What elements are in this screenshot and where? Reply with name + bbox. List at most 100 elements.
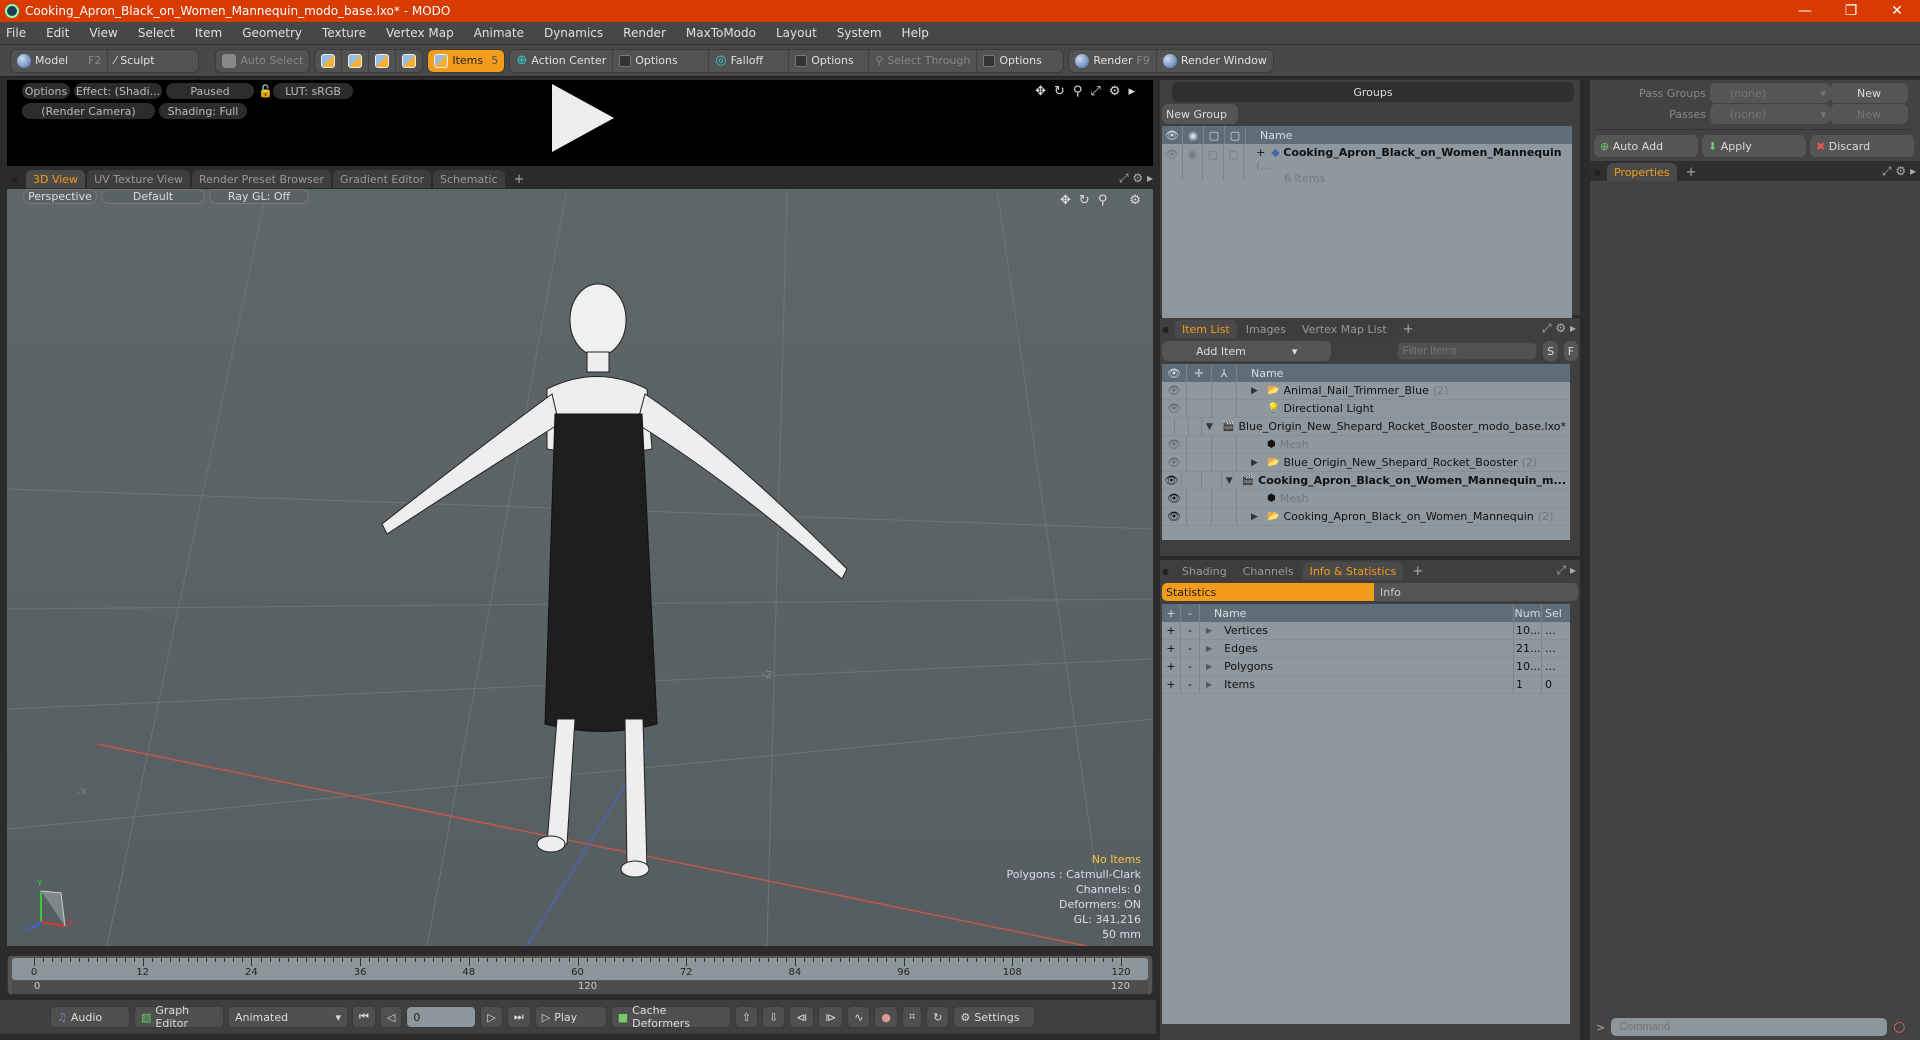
new-pass-button[interactable]: New (1830, 104, 1908, 124)
expander-icon[interactable]: ▶ (1251, 458, 1263, 468)
tab-info-statistics[interactable]: Info & Statistics (1302, 562, 1404, 580)
default-dropdown[interactable]: Default (101, 189, 205, 204)
axis-toggle[interactable] (1212, 508, 1237, 525)
vertices-mode-button[interactable] (315, 49, 343, 72)
timeline-ruler[interactable]: 0 12 24 36 48 60 72 84 96 108 120 (12, 958, 1148, 980)
item-row[interactable]: 👁 ▶ 📂 Blue_Origin_New_Shepard_Rocket_Booste… (1162, 454, 1570, 472)
item-row[interactable]: ▼ 🎬 Blue_Origin_New_Shepard_Rocket_Booster… (1162, 418, 1570, 436)
expander-icon[interactable]: ▼ (1206, 422, 1218, 432)
tab-gradient-editor[interactable]: Gradient Editor (333, 170, 431, 188)
stat-row[interactable]: + - ▶ Polygons 10...... (1162, 658, 1570, 676)
stat-row[interactable]: + - ▶ Edges 21...... (1162, 640, 1570, 658)
maximize-icon[interactable]: ⤢ (1090, 84, 1100, 99)
items-mode-button[interactable]: Items 5 (428, 49, 505, 72)
axis-toggle[interactable] (1212, 382, 1237, 399)
expand-button[interactable]: + (1162, 676, 1181, 693)
select-through-button[interactable]: ⚲ Select Through (869, 49, 978, 72)
cache-deformers-button[interactable]: ■ Cache Deformers (610, 1004, 731, 1030)
timeline[interactable]: 0 12 24 36 48 60 72 84 96 108 120 0 120 120 (7, 955, 1153, 995)
expander-icon[interactable]: ▼ (1226, 476, 1238, 486)
collapse-button[interactable]: - (1181, 622, 1200, 639)
zoom-icon[interactable]: ⚲ (1073, 84, 1083, 99)
graph-editor-button[interactable]: ▨ Graph Editor (134, 1004, 224, 1030)
locator-toggle[interactable] (1187, 436, 1212, 453)
rotate-icon[interactable]: ↻ (1079, 193, 1090, 208)
expander-icon[interactable]: ▶ (1206, 644, 1212, 653)
animated-dropdown[interactable]: Animated ▾ (228, 1006, 348, 1028)
close-button[interactable]: ✕ (1874, 0, 1920, 22)
passes-dropdown[interactable]: (none) ▾ (1710, 104, 1830, 124)
menu-view[interactable]: View (89, 26, 117, 40)
discard-button[interactable]: ✖ Discard (1810, 135, 1914, 157)
select-toggle[interactable]: ▢ (1224, 144, 1245, 180)
range-bar[interactable]: 0 120 120 (12, 981, 1148, 994)
visibility-toggle[interactable]: 👁 (1162, 382, 1187, 399)
f-filter-button[interactable]: F (1563, 341, 1578, 361)
expander-icon[interactable]: ▶ (1206, 662, 1212, 671)
zoom-icon[interactable]: ⚲ (1098, 193, 1108, 208)
filter-items-input[interactable] (1397, 342, 1538, 360)
visibility-col-icon[interactable]: 👁 (1162, 364, 1187, 382)
paused-button[interactable]: Paused (166, 83, 254, 99)
expand-all-button[interactable]: + (1162, 604, 1181, 622)
camera-dropdown[interactable]: (Render Camera) (22, 103, 155, 119)
expander-icon[interactable]: ▶ (1251, 512, 1263, 522)
new-pass-group-button[interactable]: New (1830, 83, 1908, 103)
tab-channels[interactable]: Channels (1235, 562, 1301, 580)
command-input[interactable] (1611, 1018, 1888, 1036)
lut-dropdown[interactable]: LUT: sRGB (273, 83, 353, 99)
select-through-options-button[interactable]: Options (977, 50, 1063, 72)
sculpt-button[interactable]: ⁄ Sculpt (108, 50, 198, 72)
render-toggle[interactable]: ◉ (1183, 144, 1204, 180)
locator-toggle[interactable] (1187, 382, 1212, 399)
add-tab-button[interactable]: + (1679, 163, 1704, 181)
locator-toggle[interactable] (1187, 400, 1212, 417)
next-key-button[interactable]: ⧐ (818, 1006, 844, 1028)
rotate-icon[interactable]: ↻ (1054, 84, 1065, 99)
action-center-options-button[interactable]: Options (613, 49, 710, 72)
auto-add-button[interactable]: ⊕ Auto Add (1594, 135, 1698, 157)
axis-toggle[interactable] (1212, 490, 1237, 507)
add-tab-button[interactable]: + (507, 170, 532, 188)
action-center-button[interactable]: ⊕ Action Center (510, 49, 614, 72)
menu-animate[interactable]: Animate (474, 26, 524, 40)
shading-dropdown[interactable]: Shading: Full (159, 103, 247, 119)
polygons-mode-button[interactable] (369, 49, 397, 72)
auto-select-button[interactable]: Auto Select (216, 50, 309, 72)
locator-toggle[interactable] (1187, 454, 1212, 471)
settings-button[interactable]: ⚙ Settings (953, 1006, 1036, 1028)
last-frame-button[interactable]: ⏭ (506, 1006, 531, 1028)
locator-col-icon[interactable]: ✛ (1187, 364, 1212, 382)
lock-icon[interactable]: 🔓 (258, 84, 273, 98)
render-window-button[interactable]: Render Window (1157, 50, 1273, 72)
group-row[interactable]: 👁 ◉ ▢ ▢ + ◆ Cooking_Apron_Black_on_Women_… (1162, 144, 1572, 185)
lock-toggle[interactable]: ▢ (1203, 144, 1224, 180)
perspective-dropdown[interactable]: Perspective (23, 189, 97, 204)
menu-edit[interactable]: Edit (46, 26, 69, 40)
add-item-button[interactable]: Add Item ▾ (1162, 341, 1332, 361)
expander-icon[interactable]: ▶ (1206, 626, 1212, 635)
axis-toggle[interactable] (1212, 454, 1237, 471)
tab-vertex-map-list[interactable]: Vertex Map List (1294, 320, 1394, 338)
collapse-button[interactable]: - (1181, 676, 1200, 693)
raygl-dropdown[interactable]: Ray GL: Off (209, 189, 309, 204)
model-button[interactable]: Model F2 (11, 49, 109, 72)
expander-icon[interactable]: ▶ (1251, 386, 1263, 396)
menu-item[interactable]: Item (195, 26, 222, 40)
visibility-toggle[interactable] (1162, 418, 1176, 435)
menu-maxtomodo[interactable]: MaxToModo (686, 26, 756, 40)
menu-help[interactable]: Help (902, 26, 929, 40)
s-filter-button[interactable]: S (1543, 341, 1558, 361)
minimize-button[interactable]: — (1782, 0, 1828, 22)
tab-item-list[interactable]: Item List (1174, 320, 1237, 338)
maximize-icon[interactable]: ⤢ ▸ (1557, 563, 1576, 578)
render-preview[interactable]: Options Effect: (Shadi... Paused 🔓 LUT: … (7, 80, 1153, 166)
info-subtab[interactable]: Info (1374, 583, 1401, 601)
maximize-icon[interactable]: ⤢ ⚙ ▸ (1542, 321, 1576, 336)
play-button[interactable]: ▷ Play (534, 1006, 607, 1028)
next-frame-button[interactable]: ▷ (480, 1006, 503, 1028)
item-row[interactable]: 👁 ▶ 📂 Cooking_Apron_Black_on_Women_Mannequi… (1162, 508, 1570, 526)
collapse-all-button[interactable]: - (1181, 604, 1200, 622)
frame-input[interactable]: 0 (406, 1006, 477, 1028)
gear-icon[interactable]: ⚙ (1129, 193, 1141, 208)
